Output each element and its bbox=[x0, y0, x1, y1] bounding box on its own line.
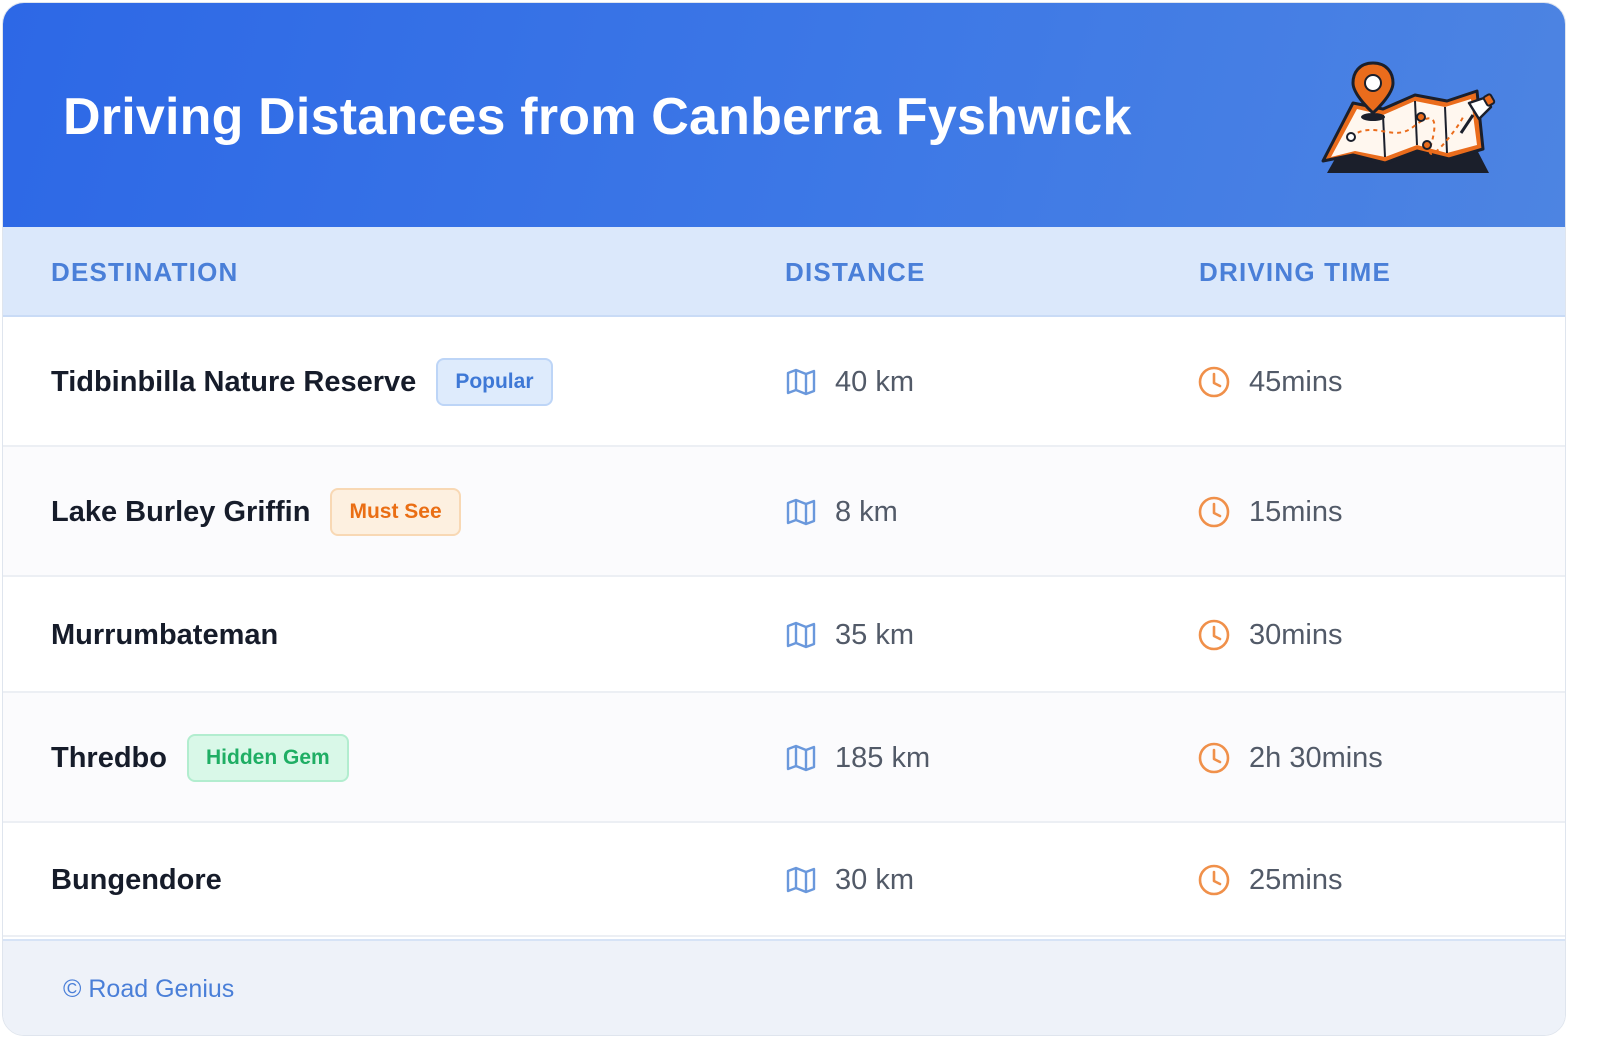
table-row: Lake Burley Griffin Must See 8 km 15mins bbox=[3, 447, 1565, 577]
column-header-distance: DISTANCE bbox=[785, 257, 926, 287]
map-with-pins-icon bbox=[1321, 61, 1496, 173]
clock-icon bbox=[1198, 619, 1230, 651]
card-header: Driving Distances from Canberra Fyshwick bbox=[3, 3, 1565, 227]
driving-time-cell: 15mins bbox=[1197, 495, 1343, 529]
status-badge: Hidden Gem bbox=[187, 734, 349, 782]
driving-time-value: 25mins bbox=[1249, 863, 1343, 896]
destination-name: Thredbo bbox=[51, 741, 167, 774]
clock-icon bbox=[1198, 742, 1230, 774]
clock-icon bbox=[1198, 864, 1230, 896]
table-row: Murrumbateman 35 km 30mins bbox=[3, 577, 1565, 693]
status-badge: Popular bbox=[436, 358, 553, 406]
driving-time-value: 15mins bbox=[1249, 495, 1343, 528]
destination-cell: Thredbo Hidden Gem bbox=[51, 734, 349, 782]
copyright-text: © Road Genius bbox=[63, 975, 235, 1003]
driving-time-cell: 30mins bbox=[1197, 618, 1343, 652]
driving-time-cell: 25mins bbox=[1197, 863, 1343, 897]
distance-cell: 185 km bbox=[785, 741, 930, 775]
table-header: DESTINATION DISTANCE DRIVING TIME bbox=[3, 227, 1565, 317]
column-header-destination: DESTINATION bbox=[51, 257, 239, 287]
destination-cell: Tidbinbilla Nature Reserve Popular bbox=[51, 358, 553, 406]
table-body: Tidbinbilla Nature Reserve Popular 40 km 45… bbox=[3, 317, 1565, 937]
clock-icon bbox=[1198, 366, 1230, 398]
map-icon bbox=[786, 498, 816, 526]
destination-name: Murrumbateman bbox=[51, 618, 279, 651]
column-header-driving-time: DRIVING TIME bbox=[1199, 257, 1392, 287]
driving-time-value: 30mins bbox=[1249, 618, 1343, 651]
distance-cell: 35 km bbox=[785, 618, 914, 652]
distance-cell: 40 km bbox=[785, 365, 914, 399]
destination-cell: Bungendore bbox=[51, 856, 222, 904]
distance-value: 30 km bbox=[835, 863, 914, 896]
distance-card: Driving Distances from Canberra Fyshwick bbox=[2, 2, 1566, 1036]
destination-name: Bungendore bbox=[51, 863, 222, 896]
driving-time-value: 45mins bbox=[1249, 365, 1343, 398]
distance-cell: 30 km bbox=[785, 863, 914, 897]
map-icon bbox=[786, 621, 816, 649]
distance-value: 185 km bbox=[835, 741, 931, 774]
distance-value: 40 km bbox=[835, 365, 914, 398]
destination-name: Tidbinbilla Nature Reserve bbox=[51, 365, 417, 398]
destination-cell: Lake Burley Griffin Must See bbox=[51, 488, 461, 536]
clock-icon bbox=[1198, 496, 1230, 528]
table-row: Thredbo Hidden Gem 185 km 2h 30mins bbox=[3, 693, 1565, 823]
distance-value: 8 km bbox=[835, 495, 898, 528]
driving-time-value: 2h 30mins bbox=[1249, 741, 1383, 774]
table-row: Tidbinbilla Nature Reserve Popular 40 km 45… bbox=[3, 317, 1565, 447]
page-title: Driving Distances from Canberra Fyshwick bbox=[63, 88, 1132, 146]
map-icon bbox=[786, 368, 816, 396]
driving-time-cell: 2h 30mins bbox=[1197, 741, 1383, 775]
table-row: Bungendore 30 km 25mins bbox=[3, 823, 1565, 937]
destination-name: Lake Burley Griffin bbox=[51, 495, 311, 528]
destination-cell: Murrumbateman bbox=[51, 611, 278, 659]
map-icon bbox=[786, 866, 816, 894]
status-badge: Must See bbox=[330, 488, 461, 536]
distance-value: 35 km bbox=[835, 618, 914, 651]
driving-time-cell: 45mins bbox=[1197, 365, 1343, 399]
card-footer: © Road Genius bbox=[3, 939, 1565, 1035]
map-icon bbox=[786, 744, 816, 772]
distance-cell: 8 km bbox=[785, 495, 898, 529]
